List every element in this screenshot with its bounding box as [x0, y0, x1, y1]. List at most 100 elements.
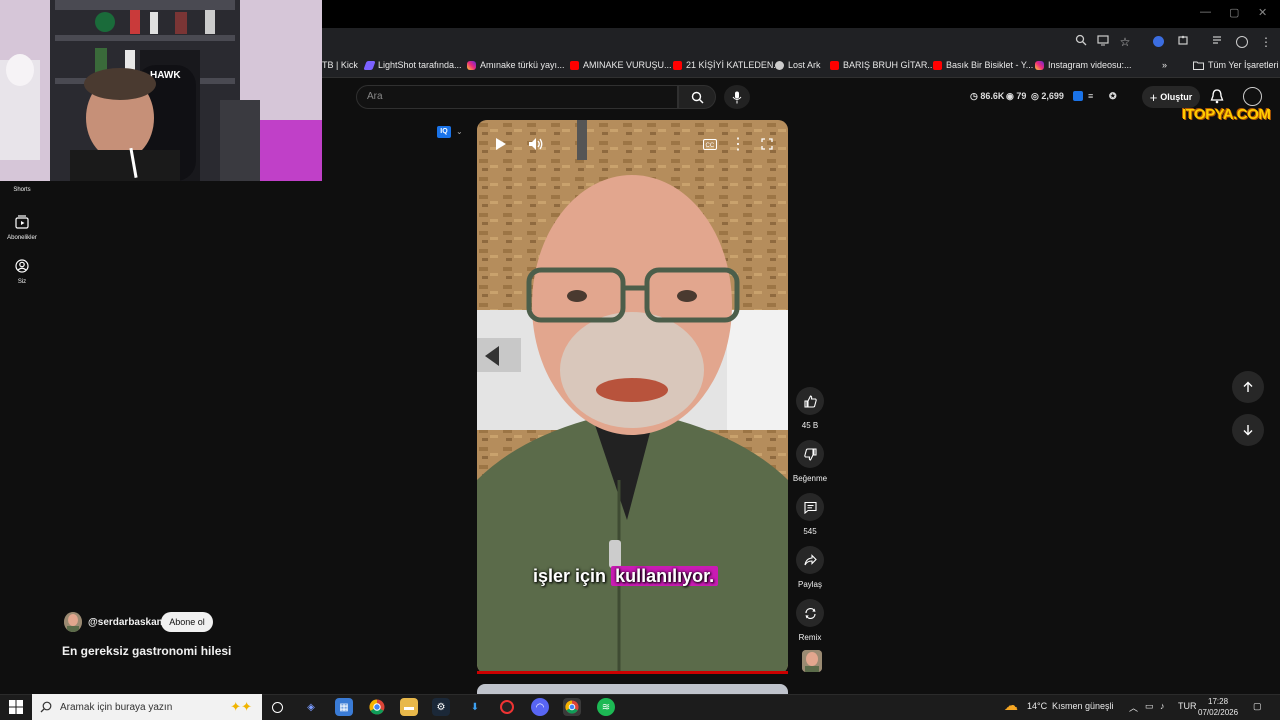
like-count: 45 B	[801, 421, 819, 430]
all-bookmarks-button[interactable]: Tüm Yer İşaretleri	[1193, 60, 1279, 70]
bookmarks-overflow-button[interactable]: »	[1162, 60, 1167, 70]
network-icon[interactable]: ▭	[1145, 701, 1154, 712]
bookmark-item[interactable]: 21 KİŞİYİ KATLEDEN...	[673, 60, 781, 70]
bookmark-item[interactable]: TB | Kick	[322, 60, 358, 70]
youtube-icon	[933, 60, 942, 70]
globe-icon	[775, 60, 784, 70]
iq-extension-icon[interactable]	[1073, 91, 1083, 101]
download-app-icon[interactable]: ⬇	[466, 698, 484, 716]
shorts-video-player[interactable]	[477, 120, 788, 674]
bookmark-item[interactable]: Amınake türkü yayı...	[467, 60, 565, 70]
media-controls-icon[interactable]	[1210, 34, 1226, 50]
extensions-puzzle-icon[interactable]	[1175, 34, 1191, 50]
zoom-icon[interactable]	[1073, 34, 1089, 50]
bookmark-label: Instagram videosu:...	[1048, 60, 1132, 70]
language-indicator[interactable]: TUR	[1178, 701, 1197, 711]
next-short-button[interactable]	[1232, 414, 1264, 446]
volume-button[interactable]	[525, 134, 545, 154]
discord-icon[interactable]: ◠	[531, 698, 549, 716]
bookmark-label: 21 KİŞİYİ KATLEDEN...	[686, 60, 781, 70]
file-explorer-icon[interactable]: ▬	[400, 698, 418, 716]
windows-start-icon[interactable]	[9, 700, 23, 719]
comments-button[interactable]: 545	[790, 493, 830, 536]
plus-icon: +	[1149, 89, 1158, 105]
chevron-up-icon[interactable]: ︿	[1129, 701, 1138, 714]
search-input[interactable]: Ara	[356, 85, 678, 109]
comment-count: 545	[803, 527, 817, 536]
remix-button[interactable]: Remix	[790, 599, 830, 642]
sidebar-item-you[interactable]: Siz	[0, 259, 44, 285]
maximize-button[interactable]: ▢	[1229, 6, 1239, 19]
steam-icon[interactable]: ⚙	[432, 698, 450, 716]
taskbar-search-input[interactable]: Aramak için buraya yazın ✦✦	[32, 694, 262, 720]
account-avatar[interactable]	[1243, 87, 1262, 106]
volume-icon	[528, 138, 542, 150]
iq-badge-icon[interactable]: IQ	[437, 126, 451, 138]
bookmark-star-icon[interactable]: ☆	[1117, 34, 1133, 50]
install-app-icon[interactable]	[1095, 34, 1111, 50]
create-button[interactable]: + Oluştur	[1142, 86, 1200, 108]
all-bookmarks-label: Tüm Yer İşaretleri	[1208, 60, 1279, 70]
sidebar-item-label: Abonelikler	[7, 235, 37, 241]
play-button[interactable]	[491, 134, 511, 154]
bookmark-item[interactable]: Basık Bir Bisiklet - Y...	[933, 60, 1033, 70]
minimize-button[interactable]: —	[1200, 6, 1211, 18]
bookmark-label: Basık Bir Bisiklet - Y...	[946, 60, 1034, 70]
profile-icon[interactable]	[1234, 34, 1250, 50]
speaker-icon[interactable]: ♪	[1160, 701, 1165, 711]
bookmark-item[interactable]: LightShot tarafında...	[363, 60, 462, 70]
sound-source-avatar[interactable]	[802, 650, 822, 672]
taskbar-search-placeholder: Aramak için buraya yazın	[60, 701, 173, 713]
channel-handle[interactable]: @serdarbaskan	[88, 617, 163, 628]
weather-temp[interactable]: 14°C	[1027, 701, 1047, 711]
chrome-active-icon[interactable]	[563, 698, 581, 716]
bookmark-item[interactable]: BARIŞ BRUH GİTAR...	[830, 60, 935, 70]
store-icon[interactable]: ▦	[335, 698, 353, 716]
system-clock[interactable]: 17:28 07/02/2026	[1198, 696, 1238, 718]
spotify-icon[interactable]: ≋	[597, 698, 615, 716]
fullscreen-icon	[761, 138, 773, 150]
video-title[interactable]: En gereksiz gastronomi hilesi	[62, 644, 231, 658]
svg-text:HAWK: HAWK	[150, 70, 181, 81]
chevron-down-icon[interactable]: ⌄	[456, 127, 463, 136]
sidebar-item-label: Shorts	[13, 187, 31, 193]
more-options-icon[interactable]: ⋮	[728, 134, 748, 154]
create-label: Oluştur	[1160, 92, 1193, 102]
dislike-button[interactable]: Beğenme	[790, 440, 830, 483]
extension-iq-icon[interactable]	[1150, 34, 1166, 50]
fullscreen-button[interactable]	[757, 134, 777, 154]
bookmark-item[interactable]: Lost Ark	[775, 60, 821, 70]
share-button[interactable]: Paylaş	[790, 546, 830, 589]
menu-kebab-icon[interactable]: ⋮	[1258, 34, 1274, 50]
arrow-up-icon	[1243, 381, 1253, 392]
previous-short-button[interactable]	[1232, 371, 1264, 403]
bookmark-item[interactable]: AMINAKE VURUŞU...	[570, 60, 672, 70]
subscribe-button[interactable]: Abone ol	[161, 612, 213, 632]
sidebar-item-subscriptions[interactable]: Abonelikler	[0, 215, 44, 241]
extension-star-icon[interactable]: ✪	[1109, 91, 1117, 102]
notification-center-icon[interactable]: ▢	[1253, 701, 1262, 712]
task-view-app-icon[interactable]: ◈	[302, 698, 320, 716]
like-button[interactable]: 45 B	[790, 387, 830, 430]
remix-label: Remix	[798, 633, 822, 642]
stat-views-value: 86.6K	[980, 91, 1005, 101]
sidebar-item-shorts[interactable]: Shorts	[0, 176, 44, 193]
browser-toolbar	[322, 28, 1280, 55]
search-button[interactable]	[678, 85, 716, 109]
cortana-icon[interactable]	[268, 698, 286, 716]
weather-description[interactable]: Kısmen güneşli	[1052, 701, 1114, 711]
close-button[interactable]: ✕	[1258, 6, 1267, 19]
bookmark-item[interactable]: Instagram videosu:...	[1035, 60, 1132, 70]
stat-other-value: 2,699	[1041, 91, 1064, 101]
playlist-icon[interactable]: ≡	[1088, 91, 1093, 101]
account-icon	[15, 259, 29, 273]
dislike-label: Beğenme	[792, 474, 828, 483]
video-progress-bar[interactable]	[477, 671, 788, 674]
channel-avatar[interactable]	[64, 612, 82, 632]
game-app-icon[interactable]	[498, 698, 516, 716]
captions-button[interactable]: CC	[700, 134, 720, 154]
youtube-icon	[673, 60, 682, 70]
chrome-icon[interactable]	[368, 698, 386, 716]
voice-search-button[interactable]	[724, 85, 750, 109]
bookmark-label: Amınake türkü yayı...	[480, 60, 565, 70]
